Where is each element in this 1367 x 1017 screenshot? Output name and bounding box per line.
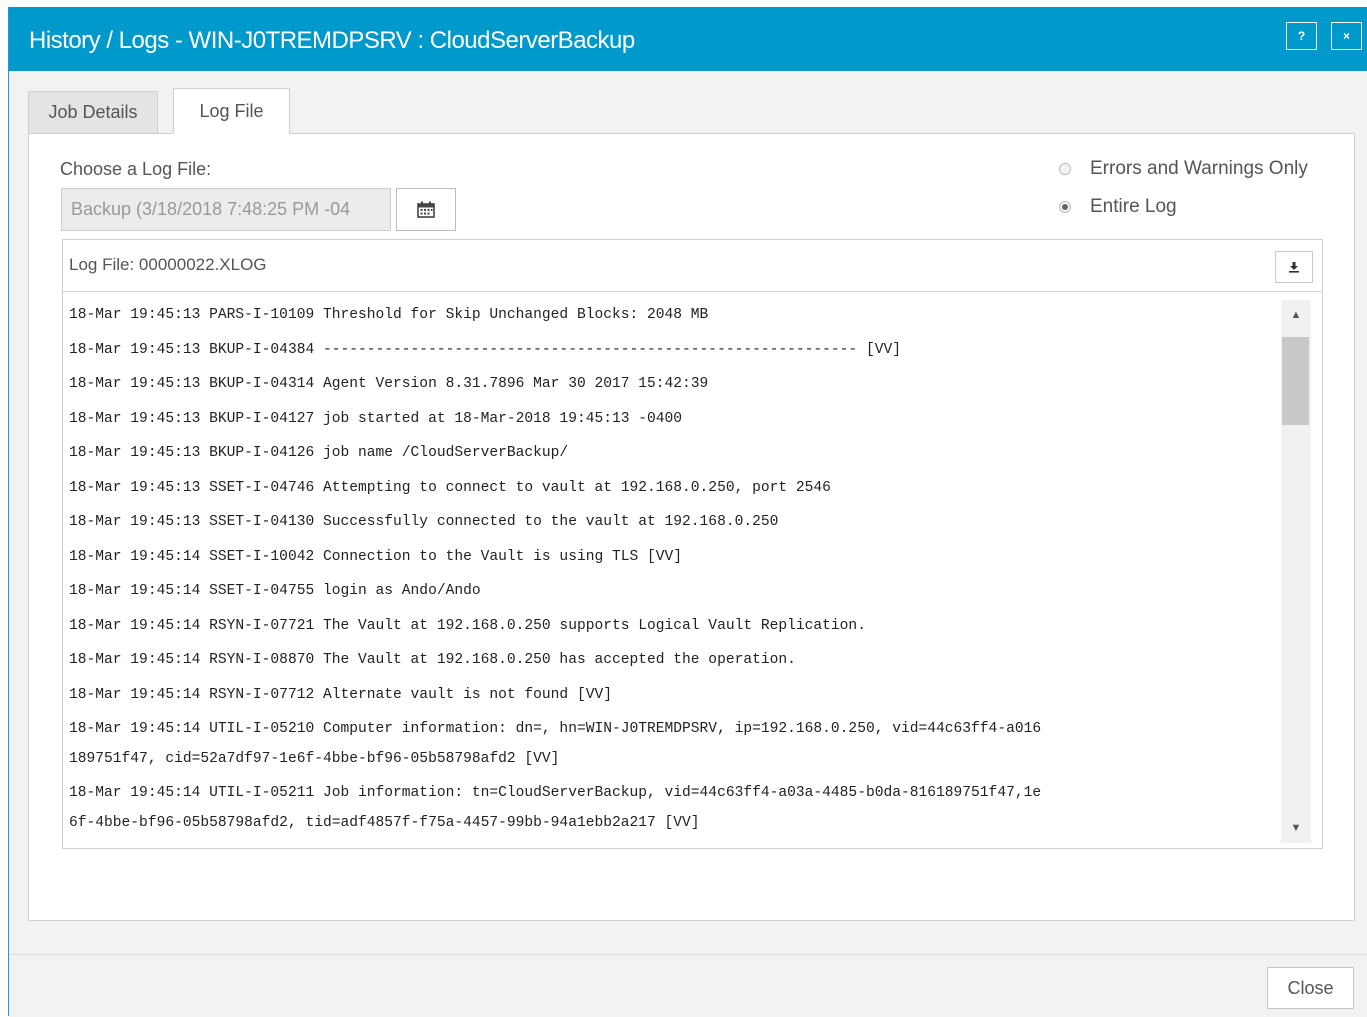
calendar-button[interactable]	[396, 188, 456, 231]
log-line: 18-Mar 19:45:14 RSYN-I-07721 The Vault a…	[69, 617, 866, 634]
log-line: 18-Mar 19:45:14 UTIL-I-05211 Job informa…	[69, 785, 1042, 801]
log-line: 18-Mar 19:45:13 PARS-I-10109 Threshold f…	[69, 307, 709, 323]
close-window-button[interactable]: ×	[1331, 22, 1362, 50]
errors-warnings-option[interactable]: Errors and Warnings Only	[1059, 158, 1308, 180]
log-line: 18-Mar 19:45:13 BKUP-I-04127 job started…	[69, 410, 683, 427]
help-button[interactable]: ?	[1286, 22, 1317, 50]
choose-log-label: Choose a Log File:	[60, 159, 212, 179]
log-scrollbar[interactable]: ▲ ▼	[1281, 300, 1311, 843]
tab-job-details[interactable]: Job Details	[28, 91, 158, 134]
log-file-select[interactable]: Backup (3/18/2018 7:48:25 PM -04	[61, 188, 391, 231]
close-button[interactable]: Close	[1267, 967, 1354, 1009]
log-line: 18-Mar 19:45:14 UTIL-I-05210 Computer in…	[69, 721, 1042, 737]
log-line: 18-Mar 19:45:13 BKUP-I-04126 job name /C…	[69, 445, 569, 461]
log-viewer: Log File: 00000022.XLOG 18-Mar 19:45:13 …	[62, 239, 1323, 849]
entire-log-option[interactable]: Entire Log	[1059, 196, 1177, 218]
log-file-name: Log File: 00000022.XLOG	[69, 255, 267, 274]
scroll-thumb[interactable]	[1282, 337, 1309, 425]
errors-warnings-radio[interactable]	[1059, 163, 1071, 175]
log-line: 18-Mar 19:45:14 RSYN-I-07712 Alternate v…	[69, 686, 612, 703]
entire-log-label: Entire Log	[1090, 196, 1177, 217]
dialog-footer: Close	[9, 954, 1367, 1017]
log-line: 18-Mar 19:45:13 BKUP-I-04314 Agent Versi…	[69, 376, 709, 392]
history-logs-dialog: History / Logs - WIN-J0TREMDPSRV : Cloud…	[8, 7, 1367, 1017]
log-file-panel: Choose a Log File: Backup (3/18/2018 7:4…	[28, 133, 1355, 921]
log-line: 18-Mar 19:45:13 BKUP-I-04384 -----------…	[69, 341, 901, 358]
log-line-continuation: 6f-4bbe-bf96-05b58798afd2, tid=adf4857f-…	[69, 815, 700, 831]
download-button[interactable]	[1275, 251, 1313, 283]
tabs-area: Job Details Log File Choose a Log File: …	[9, 71, 1367, 954]
log-content: 18-Mar 19:45:13 PARS-I-10109 Threshold f…	[69, 298, 1279, 843]
download-icon	[1289, 262, 1299, 273]
log-viewer-header: Log File: 00000022.XLOG	[63, 240, 1322, 292]
tab-log-file[interactable]: Log File	[173, 88, 290, 134]
errors-warnings-label: Errors and Warnings Only	[1090, 158, 1308, 179]
log-line-continuation: 189751f47, cid=52a7df97-1e6f-4bbe-bf96-0…	[69, 751, 560, 767]
dialog-titlebar: History / Logs - WIN-J0TREMDPSRV : Cloud…	[9, 7, 1367, 71]
entire-log-radio[interactable]	[1059, 201, 1071, 213]
log-line: 18-Mar 19:45:13 SSET-I-04746 Attempting …	[69, 479, 831, 496]
log-line: 18-Mar 19:45:13 SSET-I-04130 Successfull…	[69, 514, 779, 530]
scroll-down-icon[interactable]: ▼	[1281, 817, 1311, 839]
log-line: 18-Mar 19:45:14 RSYN-I-08870 The Vault a…	[69, 652, 796, 668]
dialog-title: History / Logs - WIN-J0TREMDPSRV : Cloud…	[29, 27, 635, 54]
calendar-icon	[417, 201, 435, 218]
log-line: 18-Mar 19:45:14 SSET-I-04755 login as An…	[69, 583, 481, 599]
log-line: 18-Mar 19:45:14 SSET-I-10042 Connection …	[69, 548, 683, 565]
scroll-up-icon[interactable]: ▲	[1281, 304, 1311, 326]
